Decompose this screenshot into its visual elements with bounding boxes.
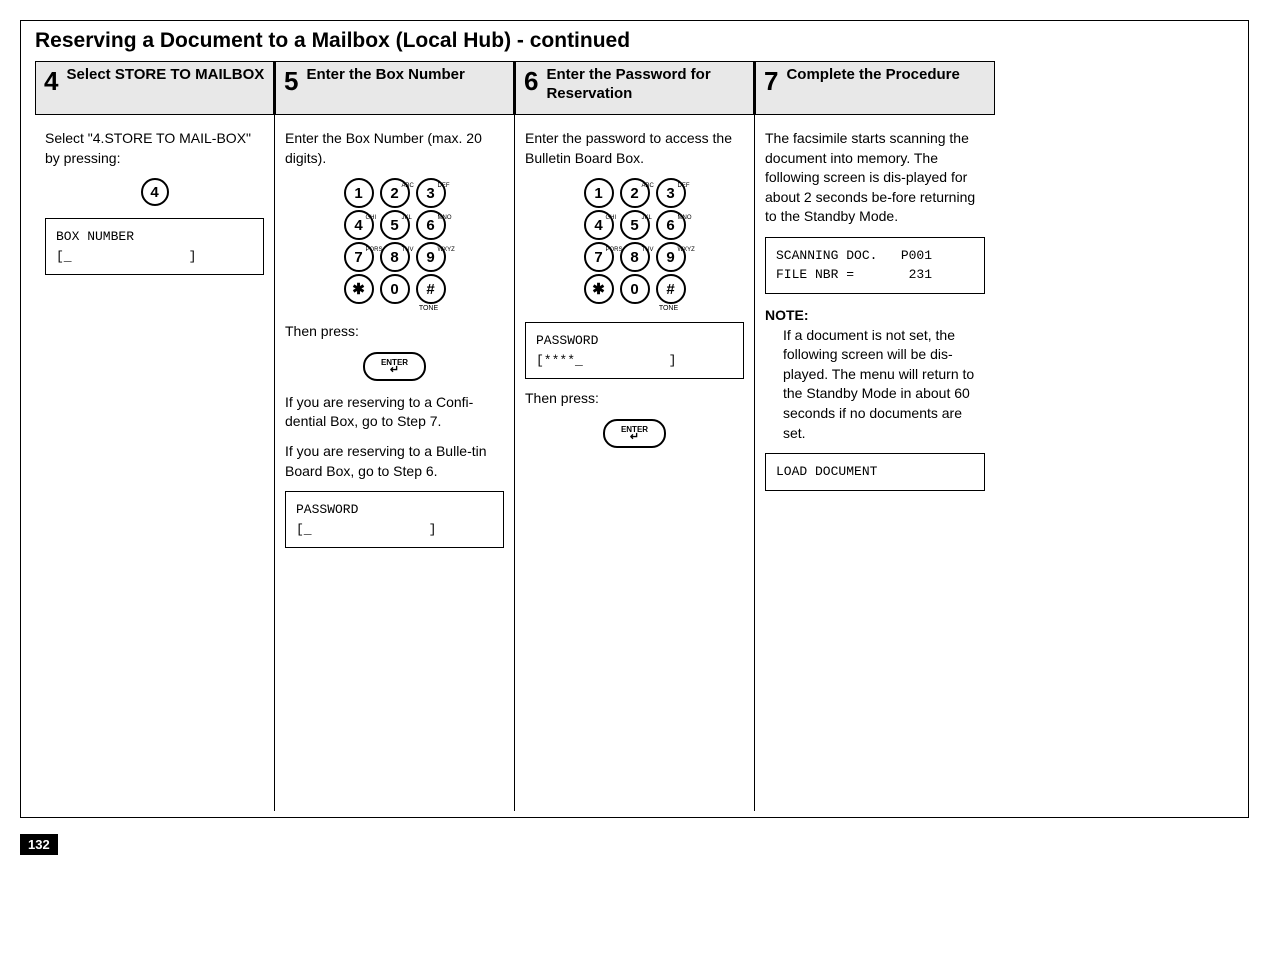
step-5-title: Enter the Box Number <box>306 66 464 85</box>
tone-label: TONE <box>593 305 744 312</box>
step-6-number: 6 <box>524 68 538 94</box>
lcd-scanning: SCANNING DOC. P001 FILE NBR = 231 <box>765 237 985 294</box>
page-title: Reserving a Document to a Mailbox (Local… <box>35 29 1234 53</box>
step-7-number: 7 <box>764 68 778 94</box>
key-0: 0 <box>620 274 650 304</box>
key-9: 9WXYZ <box>416 242 446 272</box>
page-frame: Reserving a Document to a Mailbox (Local… <box>20 20 1249 818</box>
key-4: 4GHI <box>584 210 614 240</box>
step-7-title: Complete the Procedure <box>786 66 959 85</box>
step-5-instruction: Enter the Box Number (max. 20 digits). <box>285 129 504 168</box>
key-1: 1 <box>344 178 374 208</box>
key-6: 6MNO <box>416 210 446 240</box>
note-body: If a document is not set, the following … <box>765 326 985 444</box>
key-2: 2ABC <box>620 178 650 208</box>
lcd-password-entered: PASSWORD [****_ ] <box>525 322 744 379</box>
tone-label: TONE <box>353 305 504 312</box>
step-4-header: 4 Select STORE TO MAILBOX <box>35 61 274 115</box>
enter-key-container: ENTER↵ <box>285 352 504 381</box>
key-2: 2ABC <box>380 178 410 208</box>
step-4-title: Select STORE TO MAILBOX <box>66 66 264 85</box>
note-block: NOTE: If a document is not set, the foll… <box>765 306 985 443</box>
step-7-header: 7 Complete the Procedure <box>755 61 995 115</box>
note-label: NOTE: <box>765 306 985 326</box>
key-0: 0 <box>380 274 410 304</box>
step-5-then: Then press: <box>285 322 504 342</box>
keypad-step5: 12ABC3DEF 4GHI5JKL6MNO 7PQRS8TUV9WXYZ ✱0… <box>285 178 504 312</box>
step-6-title: Enter the Password for Reservation <box>546 66 745 104</box>
key-7: 7PQRS <box>584 242 614 272</box>
lcd-box-number: BOX NUMBER [_ ] <box>45 218 264 275</box>
step-7-column: 7 Complete the Procedure The facsimile s… <box>755 61 995 811</box>
keypad-step6: 12ABC3DEF 4GHI5JKL6MNO 7PQRS8TUV9WXYZ ✱0… <box>525 178 744 312</box>
key-7: 7PQRS <box>344 242 374 272</box>
key-star: ✱ <box>584 274 614 304</box>
key-4-button: 4 <box>45 178 264 206</box>
key-3: 3DEF <box>416 178 446 208</box>
key-1: 1 <box>584 178 614 208</box>
step-4-column: 4 Select STORE TO MAILBOX Select "4.STOR… <box>35 61 275 811</box>
enter-key-container: ENTER↵ <box>525 419 744 448</box>
step-4-number: 4 <box>44 68 58 94</box>
step-7-instruction: The facsimile starts scanning the docume… <box>765 129 985 227</box>
key-4: 4GHI <box>344 210 374 240</box>
key-hash: # <box>656 274 686 304</box>
key-6: 6MNO <box>656 210 686 240</box>
enter-key-icon: ENTER↵ <box>603 419 666 448</box>
key-5: 5JKL <box>620 210 650 240</box>
step-5-number: 5 <box>284 68 298 94</box>
key-star: ✱ <box>344 274 374 304</box>
step-4-instruction: Select "4.STORE TO MAIL-BOX" by pressing… <box>45 129 264 168</box>
step-5-note-confidential: If you are reserving to a Confi-dential … <box>285 393 504 432</box>
key-3: 3DEF <box>656 178 686 208</box>
step-5-header: 5 Enter the Box Number <box>275 61 514 115</box>
key-8: 8TUV <box>380 242 410 272</box>
step-6-column: 6 Enter the Password for Reservation Ent… <box>515 61 755 811</box>
step-5-note-bulletin: If you are reserving to a Bulle-tin Boar… <box>285 442 504 481</box>
step-6-then: Then press: <box>525 389 744 409</box>
enter-key-icon: ENTER↵ <box>363 352 426 381</box>
key-9: 9WXYZ <box>656 242 686 272</box>
step-6-header: 6 Enter the Password for Reservation <box>515 61 754 115</box>
key-8: 8TUV <box>620 242 650 272</box>
step-6-instruction: Enter the password to access the Bulleti… <box>525 129 744 168</box>
digit-4-key: 4 <box>141 178 169 206</box>
lcd-password-empty: PASSWORD [_ ] <box>285 491 504 548</box>
key-hash: # <box>416 274 446 304</box>
lcd-load-document: LOAD DOCUMENT <box>765 453 985 491</box>
step-5-column: 5 Enter the Box Number Enter the Box Num… <box>275 61 515 811</box>
page-number: 132 <box>20 834 58 855</box>
key-5: 5JKL <box>380 210 410 240</box>
columns: 4 Select STORE TO MAILBOX Select "4.STOR… <box>35 61 1234 811</box>
